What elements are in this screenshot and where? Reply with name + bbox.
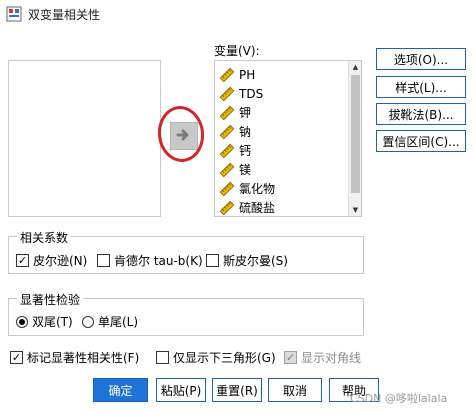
list-item[interactable]: 硫酸盐	[219, 198, 276, 216]
variables-list[interactable]: PH TDS 钾 钠 钙 镁 氯化物 硫酸盐 ▲ ▼	[214, 60, 362, 217]
ruler-icon	[219, 181, 235, 197]
list-item-label: PH	[239, 67, 256, 82]
vertical-scrollbar[interactable]: ▲ ▼	[348, 61, 361, 216]
scroll-down-icon[interactable]: ▼	[349, 204, 361, 216]
show-diagonal-option: 显示对角线	[284, 349, 361, 366]
flag-significant-option[interactable]: 标记显著性相关性(F)	[10, 349, 139, 366]
ruler-icon	[219, 143, 235, 159]
options-button[interactable]: 选项(O)...	[376, 48, 466, 70]
list-item-label: 镁	[239, 163, 252, 177]
ruler-icon	[219, 200, 235, 216]
style-button[interactable]: 样式(L)...	[376, 76, 466, 98]
list-item[interactable]: 钠	[219, 122, 251, 141]
cancel-button[interactable]: 取消	[268, 378, 322, 402]
show-diagonal-checkbox	[284, 351, 297, 364]
bootstrap-button[interactable]: 拔靴法(B)...	[376, 103, 466, 125]
window-title: 双变量相关性	[28, 8, 101, 22]
spearman-option[interactable]: 斯皮尔曼(S)	[206, 252, 288, 269]
app-icon	[6, 6, 22, 22]
annotation-circle	[155, 103, 207, 165]
paste-button[interactable]: 粘贴(P)	[156, 378, 206, 402]
two-tailed-option[interactable]: 双尾(T)	[16, 313, 73, 330]
ruler-icon	[219, 86, 235, 102]
reset-button[interactable]: 重置(R)	[212, 378, 262, 402]
watermark-text: CSDN @哆啦lalala	[350, 392, 448, 405]
list-item[interactable]: 钙	[219, 141, 251, 160]
lower-triangle-checkbox[interactable]	[156, 351, 169, 364]
list-item[interactable]: TDS	[219, 84, 263, 103]
correlation-coefficients-title: 相关系数	[17, 229, 72, 246]
confidence-interval-button[interactable]: 置信区间(C)...	[376, 130, 466, 152]
list-item[interactable]: 镁	[219, 160, 251, 179]
two-tailed-radio[interactable]	[16, 315, 28, 328]
scrollbar-thumb[interactable]	[351, 75, 360, 193]
title-bar: 双变量相关性	[0, 0, 474, 28]
kendall-checkbox[interactable]	[97, 254, 110, 267]
spearman-checkbox[interactable]	[206, 254, 219, 267]
list-item-label: 硫酸盐	[239, 201, 276, 215]
scroll-up-icon[interactable]: ▲	[349, 61, 361, 73]
ruler-icon	[219, 67, 235, 83]
lower-triangle-option[interactable]: 仅显示下三角形(G)	[156, 349, 276, 366]
ruler-icon	[219, 105, 235, 121]
variables-label: 变量(V):	[214, 44, 260, 58]
list-item[interactable]: PH	[219, 65, 255, 84]
list-item-label: TDS	[239, 86, 264, 101]
one-tailed-option[interactable]: 单尾(L)	[82, 313, 138, 330]
one-tailed-radio[interactable]	[82, 315, 94, 328]
list-item[interactable]: 钾	[219, 103, 251, 122]
ok-button[interactable]: 确定	[93, 378, 148, 402]
list-item-label: 钠	[239, 125, 252, 139]
list-item-label: 钾	[239, 106, 252, 120]
kendall-option[interactable]: 肯德尔 tau-b(K)	[97, 252, 203, 269]
list-item-label: 氯化物	[239, 182, 276, 196]
ruler-icon	[219, 124, 235, 140]
list-item[interactable]: 氯化物	[219, 179, 275, 198]
flag-significant-checkbox[interactable]	[10, 351, 23, 364]
pearson-checkbox[interactable]	[16, 254, 29, 267]
ruler-icon	[219, 162, 235, 178]
significance-test-title: 显著性检验	[17, 291, 84, 308]
source-variable-list[interactable]	[8, 60, 161, 217]
pearson-option[interactable]: 皮尔逊(N)	[16, 252, 87, 269]
list-item-label: 钙	[239, 144, 252, 158]
